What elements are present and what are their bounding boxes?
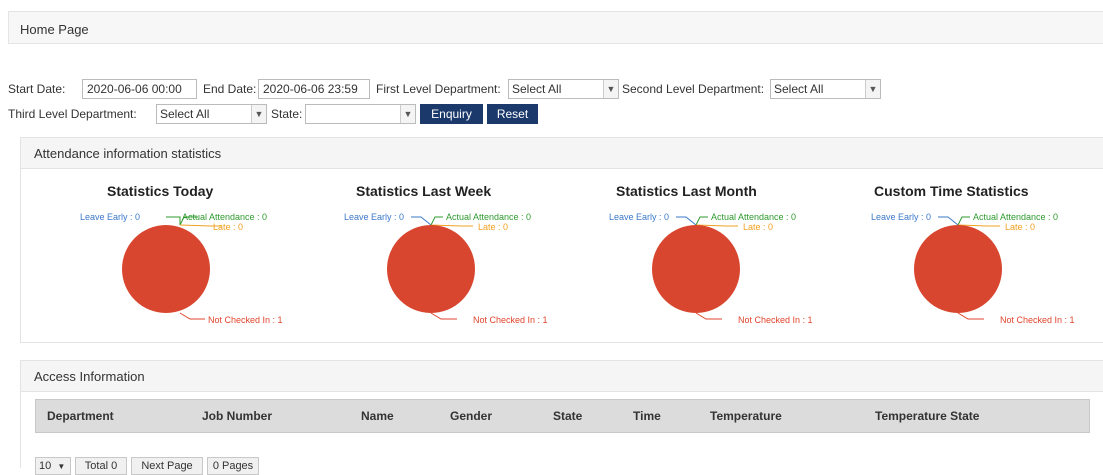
leave-early-label: Leave Early : 0: [871, 212, 932, 222]
pie-slice-not-checked-in: [122, 225, 210, 313]
column-header-job-number[interactable]: Job Number: [202, 409, 272, 423]
first-dept-value: Select All: [512, 82, 562, 96]
chevron-down-icon: ▼: [57, 462, 66, 471]
not-checked-in-label: Not Checked In : 1: [738, 315, 813, 325]
column-header-name[interactable]: Name: [361, 409, 394, 423]
attendance-panel-title: Attendance information statistics: [21, 138, 1103, 169]
late-label: Late : 0: [213, 222, 244, 232]
access-panel-title: Access Information: [21, 361, 1103, 392]
column-header-state[interactable]: State: [553, 409, 582, 423]
not-checked-in-label: Not Checked In : 1: [473, 315, 548, 325]
chevron-down-icon: ▼: [400, 105, 415, 123]
chart-title: Statistics Last Week: [356, 183, 492, 199]
page-header-bar: [8, 11, 1103, 44]
first-dept-label: First Level Department:: [376, 82, 501, 96]
late-label: Late : 0: [1005, 222, 1036, 232]
end-date-label: End Date:: [203, 82, 257, 96]
pie-slice-not-checked-in: [387, 225, 475, 313]
chart-title: Custom Time Statistics: [874, 183, 1029, 199]
second-dept-select[interactable]: Select All ▼: [770, 79, 881, 99]
leave-early-label: Leave Early : 0: [609, 212, 670, 222]
end-date-input[interactable]: 2020-06-06 23:59: [258, 79, 370, 99]
page-size-select[interactable]: 10 ▼: [35, 457, 71, 475]
late-label: Late : 0: [478, 222, 509, 232]
leave-early-label: Leave Early : 0: [344, 212, 405, 222]
pie-chart: [914, 216, 1002, 320]
pie-chart: [652, 216, 740, 320]
column-header-time[interactable]: Time: [633, 409, 661, 423]
start-date-label: Start Date:: [8, 82, 66, 96]
second-dept-value: Select All: [774, 82, 824, 96]
third-dept-value: Select All: [160, 107, 210, 121]
pie-slice-not-checked-in: [652, 225, 740, 313]
not-checked-in-label: Not Checked In : 1: [208, 315, 283, 325]
pager-total: Total 0: [75, 457, 127, 475]
state-label: State:: [271, 107, 303, 121]
actual-attendance-label: Actual Attendance : 0: [973, 212, 1059, 222]
third-dept-select[interactable]: Select All ▼: [156, 104, 267, 124]
column-header-temperature[interactable]: Temperature: [710, 409, 782, 423]
chevron-down-icon: ▼: [865, 80, 880, 98]
column-header-temperature-state[interactable]: Temperature State: [875, 409, 979, 423]
page-size-value: 10: [39, 460, 52, 472]
actual-attendance-label: Actual Attendance : 0: [446, 212, 532, 222]
state-select[interactable]: ▼: [305, 104, 416, 124]
chevron-down-icon: ▼: [603, 80, 618, 98]
pie-chart: [122, 216, 222, 320]
third-dept-label: Third Level Department:: [8, 107, 137, 121]
actual-attendance-label: Actual Attendance : 0: [711, 212, 797, 222]
not-checked-in-label: Not Checked In : 1: [1000, 315, 1075, 325]
chart-title: Statistics Today: [107, 183, 214, 199]
page-title: Home Page: [20, 22, 89, 37]
pie-chart: [387, 216, 475, 320]
second-dept-label: Second Level Department:: [622, 82, 765, 96]
pager-pages: 0 Pages: [207, 457, 259, 475]
chevron-down-icon: ▼: [251, 105, 266, 123]
start-date-input[interactable]: 2020-06-06 00:00: [82, 79, 197, 99]
first-dept-select[interactable]: Select All ▼: [508, 79, 619, 99]
column-header-gender[interactable]: Gender: [450, 409, 492, 423]
enquiry-button[interactable]: Enquiry: [420, 104, 483, 124]
leave-early-label: Leave Early : 0: [80, 212, 141, 222]
actual-leader: [166, 216, 181, 225]
pie-slice-not-checked-in: [914, 225, 1002, 313]
reset-button[interactable]: Reset: [487, 104, 538, 124]
chart-title: Statistics Last Month: [616, 183, 757, 199]
actual-attendance-label: Actual Attendance : 0: [182, 212, 268, 222]
column-header-department[interactable]: Department: [47, 409, 114, 423]
next-page-button[interactable]: Next Page: [131, 457, 203, 475]
late-label: Late : 0: [743, 222, 774, 232]
